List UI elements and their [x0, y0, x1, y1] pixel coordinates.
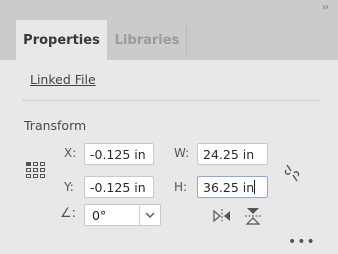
linked-file-link[interactable]: Linked File [30, 72, 96, 87]
height-field[interactable]: 36.25 in [197, 176, 268, 198]
text-cursor [254, 180, 256, 194]
y-position-field[interactable]: -0.125 in [84, 176, 154, 198]
flip-vertical-icon[interactable] [244, 206, 262, 226]
x-position-field[interactable]: -0.125 in [84, 143, 154, 165]
transform-section-title: Transform [24, 118, 87, 133]
h-label: H: [174, 180, 188, 194]
flip-horizontal-icon[interactable] [212, 208, 232, 224]
w-label: W: [174, 146, 190, 160]
tab-bar: Properties Libraries [0, 20, 338, 60]
tab-properties[interactable]: Properties [16, 20, 107, 60]
reference-point-icon[interactable] [26, 162, 46, 179]
select-divider [139, 205, 140, 225]
rotation-angle-select[interactable]: 0° [84, 204, 161, 226]
tab-divider [186, 26, 187, 56]
height-value: 36.25 in [203, 180, 255, 195]
broken-link-icon[interactable] [282, 162, 302, 184]
panel-top-bar: ›› [0, 0, 338, 20]
tab-libraries[interactable]: Libraries [107, 20, 187, 60]
x-label: X: [64, 146, 77, 160]
angle-icon: ∠: [60, 206, 77, 221]
chevron-down-icon[interactable] [143, 209, 157, 221]
y-label: Y: [64, 180, 74, 194]
section-divider [22, 100, 320, 101]
rotation-angle-value: 0° [92, 208, 107, 223]
width-field[interactable]: 24.25 in [197, 143, 268, 165]
double-chevron-right-icon[interactable]: ›› [322, 2, 329, 13]
more-options-icon[interactable]: ••• [288, 234, 316, 250]
